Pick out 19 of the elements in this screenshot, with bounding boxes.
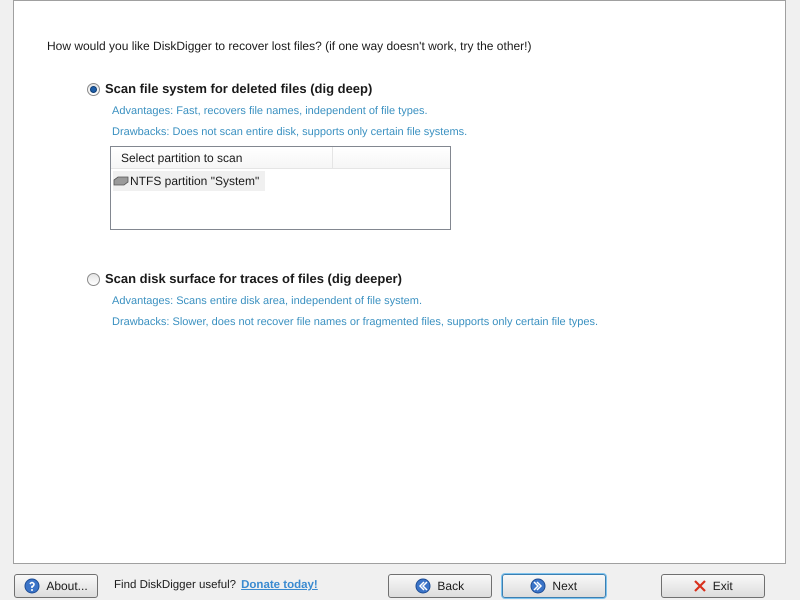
drawbacks-text: Drawbacks: Does not scan entire disk, supports only certain file systems. (112, 125, 468, 140)
option-label[interactable]: Scan file system for deleted files (dig deep) (105, 79, 372, 99)
next-button[interactable]: Next (502, 574, 606, 598)
radio-button[interactable] (87, 82, 100, 96)
radio-button[interactable] (87, 272, 100, 286)
close-icon (692, 579, 707, 593)
exit-button[interactable]: Exit (660, 574, 765, 598)
advantages-text: Advantages: Scans entire disk area, independent of file system. (112, 294, 424, 309)
help-icon (24, 578, 40, 594)
question-text: How would you like DiskDigger to recover lost files? (if one way doesn't work, try the other!) (47, 38, 532, 53)
advantages-text: Advantages: Fast, recovers file names, independent of file types. (112, 104, 429, 119)
drawbacks-text: Drawbacks: Slower, does not recover file names or fragmented files, supports only certain file types. (112, 315, 600, 330)
back-button[interactable]: Back (388, 574, 492, 598)
partition-list[interactable]: Select partition to scan NTFS partition "System" (110, 146, 451, 230)
drive-icon (113, 176, 129, 186)
partition-item[interactable]: NTFS partition "System" (113, 171, 266, 191)
prompt-text: Find DiskDigger useful? (114, 578, 236, 593)
about-button[interactable]: About... (14, 574, 98, 598)
option-label[interactable]: Scan disk surface for traces of files (dig deeper) (105, 269, 402, 289)
